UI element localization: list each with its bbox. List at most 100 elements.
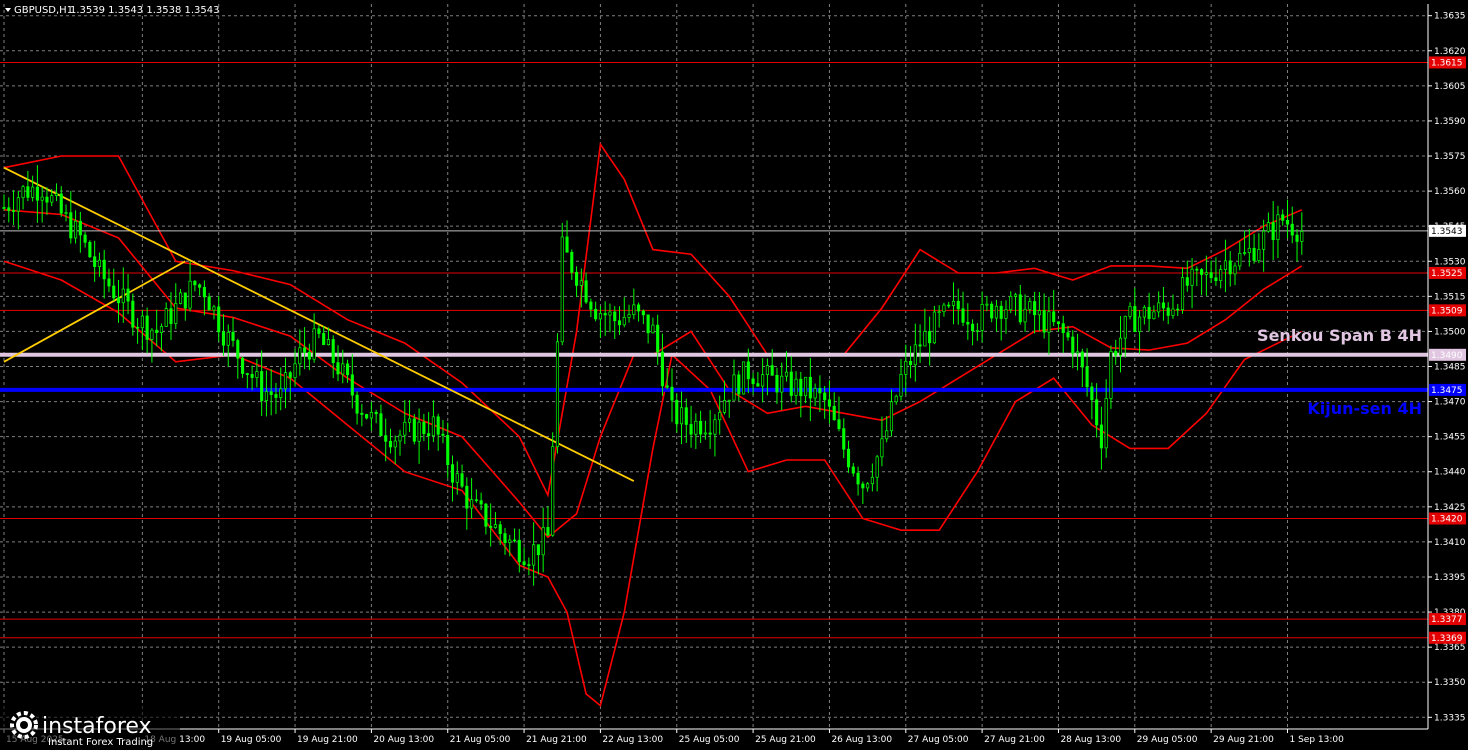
candle-body — [412, 418, 416, 442]
candle-body — [140, 315, 144, 329]
candle-body — [684, 407, 688, 425]
candle-body — [956, 300, 960, 310]
candle-body — [155, 329, 159, 333]
candle-body — [1180, 277, 1185, 310]
candle-body — [570, 251, 574, 273]
candle-body — [422, 421, 426, 434]
candle-body — [722, 400, 727, 413]
candle-body — [54, 193, 59, 196]
candle-body — [217, 306, 221, 333]
candle-body — [541, 527, 545, 556]
candle-body — [1276, 214, 1280, 241]
candle-body — [1056, 321, 1061, 325]
candle-body — [980, 304, 984, 331]
candle-body — [1047, 311, 1051, 333]
candle-body — [703, 432, 707, 435]
x-tick-label: 21 Aug 21:00 — [526, 735, 587, 745]
candle-body — [336, 362, 340, 375]
candle-body — [942, 304, 946, 313]
candle-body — [102, 259, 106, 280]
candle-body — [164, 308, 168, 327]
candle-body — [40, 196, 44, 201]
candle-body — [97, 259, 101, 267]
candle-body — [1214, 277, 1218, 281]
candle-body — [932, 311, 936, 344]
candle-body — [236, 340, 240, 359]
candle-body — [474, 499, 478, 502]
candle-body — [1147, 306, 1151, 319]
y-tick-label: 1.3470 — [1434, 398, 1466, 408]
candle-body — [923, 331, 927, 347]
candle-body — [694, 420, 698, 435]
candle-body — [1080, 351, 1084, 368]
candle-body — [417, 421, 421, 442]
candle-body — [221, 331, 226, 346]
candle-body — [64, 212, 68, 215]
candle-body — [393, 440, 397, 448]
level-annotation: Senkou Span B 4H — [1257, 326, 1422, 345]
candle-body — [379, 413, 383, 437]
y-tick-label: 1.3350 — [1434, 678, 1466, 688]
x-tick-label: 29 Aug 21:00 — [1213, 735, 1274, 745]
x-tick-label: 19 Aug 05:00 — [221, 735, 282, 745]
candle-body — [617, 320, 622, 326]
level-price-label: 1.3369 — [1431, 634, 1463, 644]
candle-body — [608, 311, 612, 316]
candle-body — [775, 374, 779, 393]
candle-body — [1114, 351, 1118, 356]
candle-body — [69, 212, 73, 239]
candle-body — [178, 292, 183, 304]
candle-body — [1023, 308, 1027, 323]
candle-body — [522, 561, 526, 565]
level-price-label: 1.3377 — [1431, 615, 1463, 625]
candle-body — [169, 308, 173, 324]
x-tick-label: 29 Aug 05:00 — [1137, 735, 1198, 745]
candle-body — [875, 456, 879, 478]
candle-body — [250, 373, 254, 378]
candle-body — [1185, 277, 1189, 286]
candle-body — [21, 186, 25, 199]
candle-body — [484, 503, 488, 527]
candle-body — [312, 328, 316, 360]
candle-body — [59, 193, 63, 214]
candle-body — [679, 407, 684, 425]
x-tick-label: 25 Aug 05:00 — [679, 735, 740, 745]
candle-body — [188, 280, 192, 309]
candle-body — [1247, 247, 1251, 253]
candle-body — [450, 464, 455, 483]
candle-body — [742, 361, 746, 395]
candle-body — [360, 412, 364, 415]
candle-body — [331, 339, 335, 363]
candle-body — [646, 314, 650, 334]
candle-body — [770, 365, 774, 376]
instaforex-watermark: instaforex Instant Forex Trading — [0, 705, 180, 750]
candle-body — [508, 539, 512, 543]
candle-body — [603, 313, 607, 316]
candle-body — [1295, 234, 1299, 242]
candle-body — [851, 466, 855, 474]
candle-body — [1157, 302, 1161, 313]
candle-body — [1052, 311, 1056, 323]
candle-body — [88, 242, 92, 258]
candle-body — [1195, 268, 1199, 271]
candle-body — [121, 288, 125, 304]
y-tick-label: 1.3485 — [1434, 363, 1466, 373]
candle-body — [1099, 424, 1103, 449]
candle-body — [398, 434, 402, 442]
y-tick-label: 1.3575 — [1434, 152, 1466, 162]
candle-body — [1233, 265, 1237, 275]
candle-body — [260, 371, 264, 401]
candle-body — [388, 440, 393, 448]
current-price-label: 1.3543 — [1431, 227, 1463, 237]
candle-body — [264, 391, 268, 401]
y-tick-label: 1.3425 — [1434, 503, 1466, 513]
candle-body — [1042, 310, 1046, 333]
candle-body — [665, 385, 669, 388]
candle-body — [288, 372, 292, 378]
candle-body — [283, 372, 288, 390]
candle-body — [551, 446, 555, 536]
candle-body — [1266, 222, 1270, 232]
candle-body — [145, 315, 149, 340]
candle-body — [880, 438, 884, 458]
candle-body — [93, 256, 97, 267]
